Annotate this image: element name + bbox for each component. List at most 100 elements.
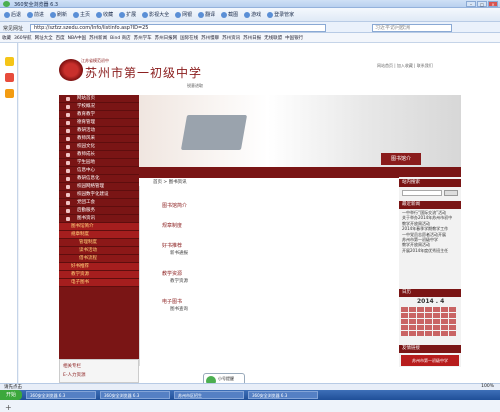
nav-item[interactable]: 网站首页 [59, 95, 139, 103]
calendar-cell[interactable] [425, 325, 432, 330]
calendar-cell[interactable] [441, 331, 448, 336]
forward-button[interactable]: 前进 [25, 10, 46, 20]
favorite-link[interactable]: 苏州新闻 [89, 35, 107, 41]
mail-icon[interactable] [5, 73, 14, 82]
calendar-cell[interactable] [449, 313, 456, 318]
calendar-cell[interactable] [425, 307, 432, 312]
subnav-item[interactable]: 电子图书 [59, 279, 139, 287]
calendar-cell[interactable] [441, 319, 448, 324]
nav-item[interactable]: 教研信息化 [59, 175, 139, 183]
video-button[interactable]: 影视大全 [140, 10, 171, 20]
news-item[interactable]: 开展2014年度优秀班主任 [402, 248, 460, 253]
calendar-cell[interactable] [409, 313, 416, 318]
calendar-cell[interactable] [449, 307, 456, 312]
calendar-cell[interactable] [409, 325, 416, 330]
nav-item[interactable]: 学生园地 [59, 159, 139, 167]
link-banner[interactable]: 苏州市第一初级中学 [401, 355, 459, 366]
favorite-link[interactable]: 百度 [56, 35, 65, 41]
nav-item[interactable]: 学校概况 [59, 103, 139, 111]
close-button[interactable]: × [488, 1, 498, 7]
calendar-cell[interactable] [401, 325, 408, 330]
extensions-button[interactable]: 扩展 [117, 10, 138, 20]
site-search-button[interactable] [444, 190, 458, 196]
favorites-button[interactable]: 收藏 [94, 10, 115, 20]
link-teaching-resources[interactable]: 教学资源 [170, 278, 188, 284]
calendar-cell[interactable] [425, 331, 432, 336]
calendar-cell[interactable] [425, 313, 432, 318]
heading-book-recommend[interactable]: 好书推荐 [162, 242, 182, 249]
add-icon[interactable]: + [5, 403, 12, 412]
weibo-icon[interactable] [5, 89, 14, 98]
star-icon[interactable] [5, 57, 14, 66]
favorite-link[interactable]: 苏州学车 [134, 35, 152, 41]
link-new-books[interactable]: 新书通报 [170, 250, 188, 256]
footnav-item[interactable]: E-人力资源 [60, 372, 138, 378]
games-button[interactable]: 游戏 [242, 10, 263, 20]
nav-item[interactable]: 教研活动 [59, 127, 139, 135]
nav-item[interactable]: 校园网络管理 [59, 183, 139, 191]
calendar-cell[interactable] [449, 331, 456, 336]
footnav-item[interactable]: 相关专栏 [60, 360, 138, 372]
favorite-link[interactable]: 无线联盟 [264, 35, 282, 41]
calendar-cell[interactable] [409, 319, 416, 324]
screenshot-button[interactable]: 截图 [219, 10, 240, 20]
start-button[interactable]: 开始 [0, 390, 22, 400]
bank-button[interactable]: 网银 [173, 10, 194, 20]
subnav-item[interactable]: 读书活动 [59, 247, 139, 255]
calendar-cell[interactable] [409, 307, 416, 312]
subnav-item[interactable]: 管理制度 [59, 239, 139, 247]
zoom-level[interactable]: 100% [481, 384, 494, 389]
heading-ebooks[interactable]: 电子图书 [162, 298, 182, 305]
subnav-item[interactable]: 借书流程 [59, 255, 139, 263]
nav-item[interactable]: 党团工会 [59, 199, 139, 207]
favorite-link[interactable]: 国际在线 [180, 35, 198, 41]
calendar-cell[interactable] [401, 307, 408, 312]
favorite-link[interactable]: 中国银行 [285, 35, 303, 41]
heading-library-intro[interactable]: 图书馆简介 [162, 202, 187, 209]
favorite-link[interactable]: NBA中国 [68, 35, 87, 41]
heading-rules[interactable]: 规章制度 [162, 222, 182, 229]
nav-item[interactable]: 教育教学 [59, 111, 139, 119]
favorite-link[interactable]: 360导航 [14, 35, 32, 41]
calendar-cell[interactable] [449, 325, 456, 330]
search-input[interactable]: 习近平访问欧洲 [372, 24, 452, 32]
calendar-cell[interactable] [441, 307, 448, 312]
subnav-item[interactable]: 图书馆简介 [59, 223, 139, 231]
calendar-cell[interactable] [433, 307, 440, 312]
link-book-search[interactable]: 图书查询 [170, 306, 188, 312]
calendar-cell[interactable] [449, 319, 456, 324]
home-button[interactable]: 主页 [71, 10, 92, 20]
taskbar-item[interactable]: 360安全浏览器 6.3 [248, 391, 318, 399]
calendar-cell[interactable] [425, 319, 432, 324]
taskbar-item[interactable]: 苏州市区招生 [174, 391, 244, 399]
taskbar-item[interactable]: 360安全浏览器 6.3 [26, 391, 96, 399]
nav-item[interactable]: 校园文化 [59, 143, 139, 151]
maximize-button[interactable]: □ [477, 1, 487, 7]
calendar-cell[interactable] [417, 319, 424, 324]
minimize-button[interactable]: – [466, 1, 476, 7]
site-search-input[interactable] [402, 190, 442, 196]
nav-item[interactable]: 教师成长 [59, 151, 139, 159]
subnav-item[interactable]: 好书推荐 [59, 263, 139, 271]
calendar-cell[interactable] [441, 313, 448, 318]
nav-item[interactable]: 图书资讯 [59, 215, 139, 223]
favorite-link[interactable]: 苏州日报网 [155, 35, 178, 41]
nav-item[interactable]: 校园数字化建设 [59, 191, 139, 199]
subnav-item[interactable]: 教学资源 [59, 271, 139, 279]
nav-item[interactable]: 德育管理 [59, 119, 139, 127]
calendar-cell[interactable] [417, 325, 424, 330]
calendar-cell[interactable] [401, 331, 408, 336]
subnav-item[interactable]: 规章制度 [59, 231, 139, 239]
calendar-cell[interactable] [417, 313, 424, 318]
nav-item[interactable]: 后勤服务 [59, 207, 139, 215]
favorite-link[interactable]: 收藏 [2, 35, 11, 41]
favorite-link[interactable]: 网址大全 [35, 35, 53, 41]
calendar-cell[interactable] [433, 319, 440, 324]
calendar-cell[interactable] [441, 325, 448, 330]
calendar-grid[interactable] [401, 307, 459, 336]
calendar-cell[interactable] [433, 325, 440, 330]
calendar-cell[interactable] [433, 313, 440, 318]
favorite-link[interactable]: 苏州慢聊 [201, 35, 219, 41]
calendar-cell[interactable] [433, 331, 440, 336]
favorite-link[interactable]: 苏州资讯 [222, 35, 240, 41]
